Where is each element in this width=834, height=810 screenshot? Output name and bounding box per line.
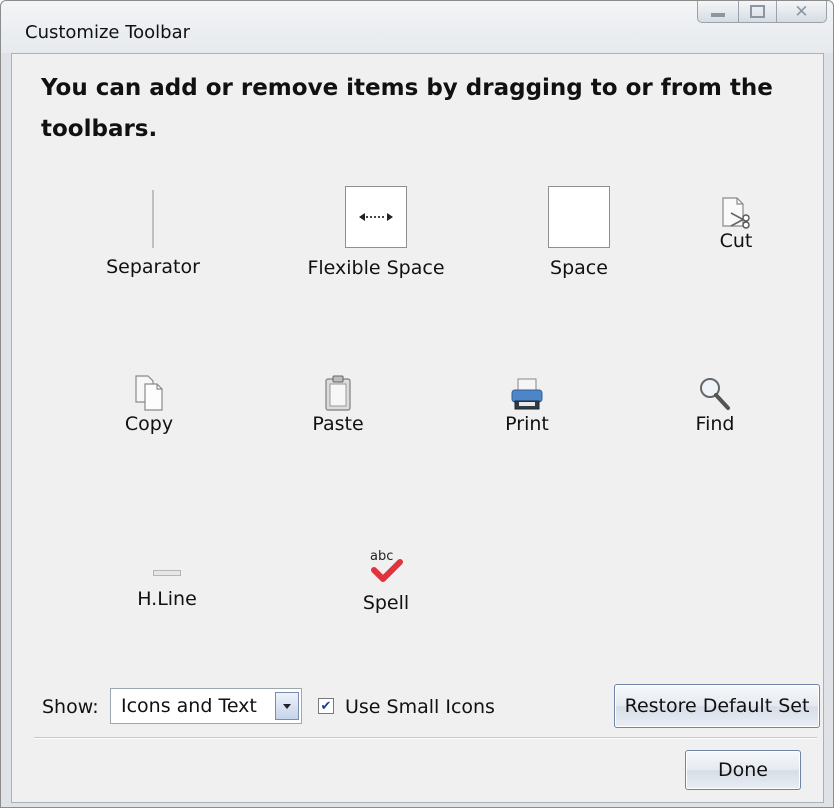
palette-item-label: Separator <box>106 256 200 278</box>
use-small-icons-label[interactable]: Use Small Icons <box>345 696 495 718</box>
close-icon: ✕ <box>794 1 809 22</box>
dialog-body: You can add or remove items by dragging … <box>11 53 824 803</box>
palette-item-label: Find <box>695 413 735 435</box>
separator-icon <box>152 190 154 248</box>
palette-item-label: Cut <box>719 230 753 252</box>
copy-icon <box>134 372 164 412</box>
palette-item-label: Paste <box>312 413 364 435</box>
toolbar-item-palette: Separator Flexible Space Space Cut Copy … <box>12 54 823 654</box>
space-icon <box>548 186 610 248</box>
magnifier-icon <box>698 372 732 412</box>
palette-item-label: H.Line <box>137 588 197 610</box>
palette-item-spell[interactable]: abc Spell <box>291 542 481 614</box>
horizontal-line-icon <box>153 570 181 576</box>
palette-item-separator[interactable]: Separator <box>58 186 248 278</box>
palette-item-flexible-space[interactable]: Flexible Space <box>281 184 471 279</box>
palette-item-label: Copy <box>124 413 174 435</box>
window-controls: ✕ <box>697 1 827 23</box>
spellcheck-icon: abc <box>366 542 406 586</box>
divider <box>34 737 817 739</box>
spell-icon-text: abc <box>370 549 393 564</box>
palette-item-label: Space <box>550 257 608 279</box>
checkmark-icon: ✔ <box>320 698 332 714</box>
palette-item-print[interactable]: Print <box>432 372 622 435</box>
maximize-icon <box>750 5 765 18</box>
flexible-space-icon <box>345 186 407 248</box>
done-button[interactable]: Done <box>685 750 801 790</box>
chevron-down-icon <box>283 703 291 709</box>
palette-item-label: Flexible Space <box>307 257 445 279</box>
palette-item-label: Print <box>505 413 549 435</box>
scissors-icon <box>719 194 753 230</box>
maximize-button[interactable] <box>739 1 777 23</box>
palette-item-copy[interactable]: Copy <box>54 372 244 435</box>
restore-default-set-button[interactable]: Restore Default Set <box>614 684 820 728</box>
minimize-button[interactable] <box>697 1 739 23</box>
close-button[interactable]: ✕ <box>777 1 827 23</box>
palette-item-find[interactable]: Find <box>620 372 810 435</box>
show-mode-select[interactable]: Icons and Text <box>110 688 302 724</box>
use-small-icons-checkbox[interactable]: ✔ <box>318 698 334 714</box>
customize-toolbar-window: Customize Toolbar ✕ You can add or remov… <box>0 0 834 808</box>
palette-item-label: Spell <box>362 592 410 614</box>
show-label: Show: <box>42 696 99 718</box>
palette-item-h-line[interactable]: H.Line <box>72 552 262 610</box>
palette-item-cut[interactable]: Cut <box>641 194 831 252</box>
dropdown-button[interactable] <box>275 692 299 720</box>
window-title: Customize Toolbar <box>25 22 191 43</box>
title-bar[interactable]: Customize Toolbar ✕ <box>1 1 833 53</box>
palette-item-paste[interactable]: Paste <box>243 372 433 435</box>
printer-icon <box>509 372 545 412</box>
minimize-icon <box>711 12 725 17</box>
options-row: Show: Icons and Text ✔ Use Small Icons R… <box>12 684 823 728</box>
show-mode-value: Icons and Text <box>121 695 257 717</box>
clipboard-icon <box>324 372 352 412</box>
